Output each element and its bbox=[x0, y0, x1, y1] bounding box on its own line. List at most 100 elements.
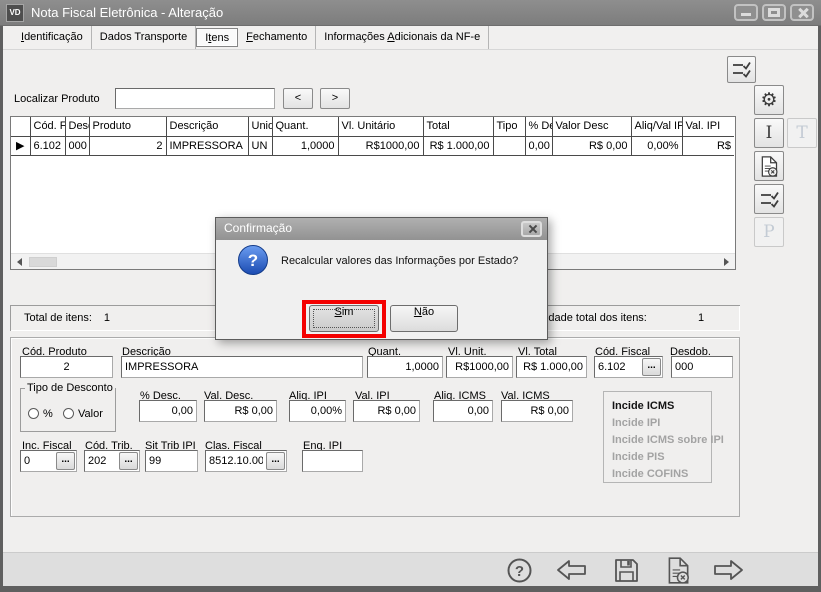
grid-header-desdobramento[interactable]: Desd bbox=[65, 117, 89, 136]
grid-header-cod-fiscal[interactable]: Cód. F bbox=[30, 117, 65, 136]
tab-informacoes-adicionais[interactable]: Informações Adicionais da NF-e bbox=[316, 26, 489, 49]
cell-quant[interactable]: 1,0000 bbox=[272, 136, 338, 155]
checklist-icon bbox=[759, 190, 780, 209]
cell-produto[interactable]: 2 bbox=[89, 136, 166, 155]
grid-header-descricao[interactable]: Descrição bbox=[166, 117, 248, 136]
maximize-icon bbox=[768, 8, 780, 17]
item-p-button: P bbox=[754, 217, 784, 247]
cell-total[interactable]: R$ 1.000,00 bbox=[423, 136, 493, 155]
tab-bar: Identificação Dados Transporte Itens Fec… bbox=[3, 26, 818, 50]
sit-trib-ipi-field[interactable] bbox=[145, 450, 198, 472]
grid-header-tipo[interactable]: Tipo bbox=[493, 117, 525, 136]
grid-header-perc-desc[interactable]: % De bbox=[525, 117, 552, 136]
inc-fiscal-input[interactable] bbox=[21, 455, 56, 467]
cod-produto-field[interactable] bbox=[20, 356, 113, 378]
val-ipi-field[interactable] bbox=[353, 400, 420, 422]
incide-icms-sobre-ipi-flag: Incide ICMS sobre IPI bbox=[612, 432, 711, 449]
perc-desc-field[interactable] bbox=[139, 400, 197, 422]
radio-percent[interactable]: % bbox=[28, 404, 53, 422]
dialog-titlebar: Confirmação bbox=[216, 218, 547, 240]
help-button[interactable]: ? bbox=[501, 556, 537, 584]
cell-valor-desc[interactable]: R$ 0,00 bbox=[552, 136, 631, 155]
clas-fiscal-field[interactable]: ... bbox=[205, 450, 287, 472]
grid-header-row: Cód. F Desd Produto Descrição Unid Quant… bbox=[11, 117, 734, 136]
quant-field[interactable] bbox=[367, 356, 443, 378]
cod-fiscal-browse-button[interactable]: ... bbox=[642, 358, 661, 376]
cell-unid[interactable]: UN bbox=[248, 136, 272, 155]
val-desc-field[interactable] bbox=[204, 400, 277, 422]
radio-valor-icon[interactable] bbox=[63, 408, 74, 419]
cod-fiscal-input[interactable] bbox=[595, 361, 642, 373]
cell-descricao[interactable]: IMPRESSORA bbox=[166, 136, 248, 155]
aliq-icms-field[interactable] bbox=[433, 400, 493, 422]
vl-unit-field[interactable] bbox=[446, 356, 513, 378]
question-icon: ? bbox=[238, 245, 268, 275]
grid-header-val-ipi[interactable]: Val. IPI bbox=[682, 117, 734, 136]
tab-dados-transporte[interactable]: Dados Transporte bbox=[92, 26, 196, 49]
enq-ipi-field[interactable] bbox=[302, 450, 363, 472]
scroll-left-icon[interactable] bbox=[17, 258, 22, 266]
no-button[interactable]: Não bbox=[390, 305, 458, 332]
inc-fiscal-field[interactable]: ... bbox=[20, 450, 77, 472]
cell-val-ipi[interactable]: R$ bbox=[682, 136, 734, 155]
radio-percent-icon[interactable] bbox=[28, 408, 39, 419]
tab-fechamento[interactable]: Fechamento bbox=[238, 26, 316, 49]
arrow-right-icon bbox=[712, 557, 746, 583]
cell-desdobramento[interactable]: 000 bbox=[65, 136, 89, 155]
grid-header-valor-desc[interactable]: Valor Desc bbox=[552, 117, 631, 136]
cell-tipo[interactable] bbox=[493, 136, 525, 155]
scrollbar-thumb[interactable] bbox=[29, 257, 57, 267]
grid-header-quant[interactable]: Quant. bbox=[272, 117, 338, 136]
clas-fiscal-browse-button[interactable]: ... bbox=[266, 452, 285, 470]
grid-header-aliq-val-ip[interactable]: Aliq/Val IP bbox=[631, 117, 682, 136]
locator-input[interactable] bbox=[115, 88, 275, 109]
radio-valor[interactable]: Valor bbox=[63, 404, 103, 422]
settings-button[interactable]: ⚙ bbox=[754, 85, 784, 115]
incide-cofins-flag: Incide COFINS bbox=[612, 466, 711, 483]
apply-items-button[interactable] bbox=[727, 56, 756, 83]
grid-header-produto[interactable]: Produto bbox=[89, 117, 166, 136]
clas-fiscal-input[interactable] bbox=[206, 455, 266, 467]
next-button[interactable] bbox=[711, 556, 747, 584]
cancel-document-button[interactable] bbox=[660, 556, 696, 584]
window-title: Nota Fiscal Eletrônica - Alteração bbox=[31, 0, 223, 25]
previous-button[interactable] bbox=[553, 556, 589, 584]
vl-total-field[interactable] bbox=[516, 356, 587, 378]
item-t-button: T bbox=[787, 118, 817, 148]
document-delete-icon bbox=[665, 556, 691, 585]
cod-fiscal-field[interactable]: ... bbox=[594, 356, 663, 378]
val-icms-field[interactable] bbox=[501, 400, 573, 422]
delete-item-button[interactable] bbox=[754, 151, 784, 181]
minimize-button[interactable] bbox=[734, 4, 758, 21]
scroll-right-icon[interactable] bbox=[724, 258, 729, 266]
grid-header-unid[interactable]: Unid bbox=[248, 117, 272, 136]
cell-aliq-val-ip[interactable]: 0,00% bbox=[631, 136, 682, 155]
dialog-close-button[interactable] bbox=[521, 221, 542, 237]
grid-header-vl-unitario[interactable]: Vl. Unitário bbox=[338, 117, 423, 136]
cell-cod-fiscal[interactable]: 6.102 bbox=[30, 136, 65, 155]
grid-header-total[interactable]: Total bbox=[423, 117, 493, 136]
total-quantity-value: 1 bbox=[698, 312, 704, 324]
tab-itens[interactable]: Itens bbox=[196, 28, 238, 47]
save-button[interactable] bbox=[608, 556, 644, 584]
cod-trib-field[interactable]: ... bbox=[84, 450, 140, 472]
aliq-ipi-field[interactable] bbox=[289, 400, 346, 422]
close-button[interactable] bbox=[790, 4, 814, 21]
confirm-items-button[interactable] bbox=[754, 184, 784, 214]
cell-vl-unitario[interactable]: R$1000,00 bbox=[338, 136, 423, 155]
desdob-field[interactable] bbox=[671, 356, 733, 378]
arrow-left-icon bbox=[554, 557, 588, 583]
yes-button[interactable]: Sim bbox=[309, 305, 379, 332]
incide-pis-flag: Incide PIS bbox=[612, 449, 711, 466]
inc-fiscal-browse-button[interactable]: ... bbox=[56, 452, 75, 470]
table-row[interactable]: ▶ 6.102 000 2 IMPRESSORA UN 1,0000 R$100… bbox=[11, 136, 734, 155]
item-i-button[interactable]: I bbox=[754, 118, 784, 148]
tab-identificacao[interactable]: Identificação bbox=[13, 26, 92, 49]
cod-trib-browse-button[interactable]: ... bbox=[119, 452, 138, 470]
descricao-field[interactable] bbox=[121, 356, 363, 378]
prev-item-button[interactable]: < bbox=[283, 88, 313, 109]
maximize-button[interactable] bbox=[762, 4, 786, 21]
cell-perc-desc[interactable]: 0,00 bbox=[525, 136, 552, 155]
cod-trib-input[interactable] bbox=[85, 455, 119, 467]
next-item-button[interactable]: > bbox=[320, 88, 350, 109]
